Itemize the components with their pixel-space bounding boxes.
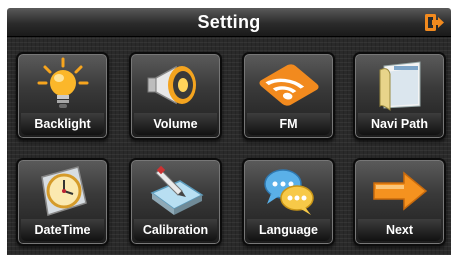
datetime-label: DateTime [21, 219, 104, 241]
folder-path-icon [355, 56, 444, 114]
fm-button[interactable]: FM [242, 52, 335, 140]
settings-screen: Setting Backlight Volume FM Navi Path Da… [0, 0, 453, 257]
navi-path-button[interactable]: Navi Path [353, 52, 446, 140]
rss-feed-icon [244, 56, 333, 114]
language-label: Language [247, 219, 330, 241]
volume-label: Volume [134, 113, 217, 135]
chat-bubbles-icon [244, 162, 333, 220]
navi-path-label: Navi Path [358, 113, 441, 135]
backlight-label: Backlight [21, 113, 104, 135]
language-button[interactable]: Language [242, 158, 335, 246]
megaphone-icon [131, 56, 220, 114]
datetime-button[interactable]: DateTime [16, 158, 109, 246]
exit-button[interactable] [423, 12, 445, 34]
exit-icon [425, 14, 444, 31]
lightbulb-icon [18, 56, 107, 114]
next-button[interactable]: Next [353, 158, 446, 246]
volume-button[interactable]: Volume [129, 52, 222, 140]
page-title: Setting [197, 12, 261, 32]
backlight-button[interactable]: Backlight [16, 52, 109, 140]
calibration-button[interactable]: Calibration [129, 158, 222, 246]
settings-panel: Backlight Volume FM Navi Path DateTime C… [7, 37, 451, 255]
next-label: Next [358, 219, 441, 241]
arrow-right-icon [355, 162, 444, 220]
clock-icon [18, 162, 107, 220]
fm-label: FM [247, 113, 330, 135]
calibration-label: Calibration [134, 219, 217, 241]
calibration-pen-icon [131, 162, 220, 220]
title-bar: Setting [7, 8, 451, 37]
